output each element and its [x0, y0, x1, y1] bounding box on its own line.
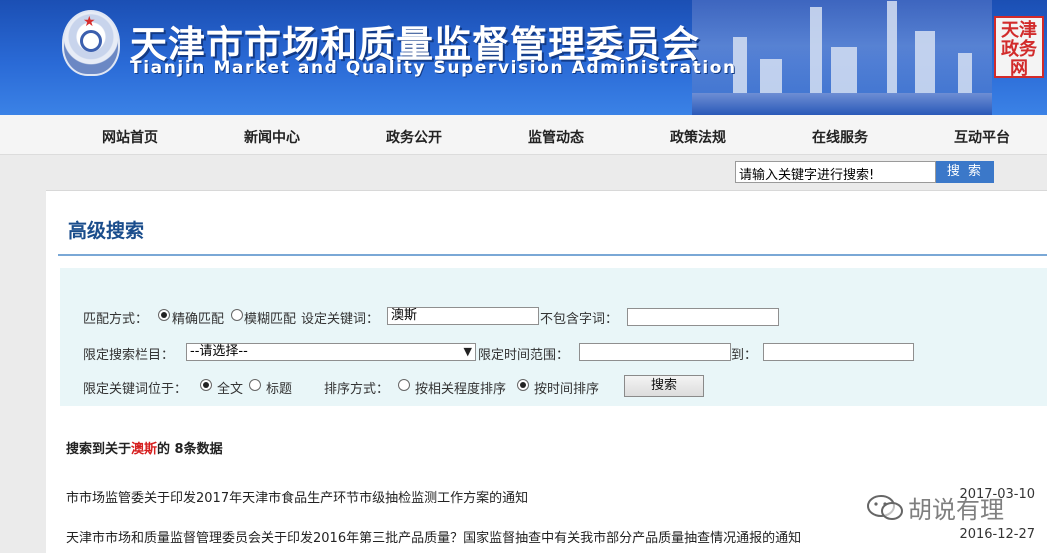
star-icon: ★ [83, 14, 96, 30]
fulltext-label: 全文 [217, 382, 244, 397]
sort-time-label: 按时间排序 [534, 382, 600, 397]
date-to-input[interactable] [763, 343, 914, 361]
nav-item-online-service[interactable]: 在线服务 [812, 127, 868, 147]
keyword-input[interactable]: 澳斯 [387, 307, 539, 325]
title-divider [58, 254, 1047, 256]
column-select[interactable]: --请选择-- ▼ [186, 343, 476, 361]
exclude-words-label: 不包含字词： [540, 312, 619, 327]
watermark-text: 胡说有理 [908, 496, 1004, 524]
sort-relevance-radio[interactable] [398, 379, 410, 391]
skyline-building [760, 59, 782, 97]
title-radio[interactable] [249, 379, 261, 391]
summary-keyword: 澳斯 [131, 442, 158, 457]
result-date: 2016-12-27 [959, 527, 1035, 542]
fuzzy-match-label: 模糊匹配 [244, 312, 297, 327]
column-select-value: --请选择-- [190, 344, 248, 359]
summary-prefix: 搜索到关于 [66, 442, 132, 457]
skyline-building [831, 47, 857, 97]
column-label: 限定搜索栏目： [83, 348, 175, 363]
sort-time-radio[interactable] [517, 379, 529, 391]
fulltext-radio[interactable] [200, 379, 212, 391]
skyline-building [887, 1, 897, 97]
river-image [692, 93, 992, 115]
sort-label: 排序方式： [324, 382, 390, 397]
title-option-label: 标题 [266, 382, 293, 397]
result-link[interactable]: 天津市市场和质量监督管理委员会关于印发2016年第三批产品质量？国家监督抽查中有… [66, 527, 801, 546]
date-from-input[interactable] [579, 343, 731, 361]
date-to-label: 到： [731, 348, 758, 363]
nav-item-news[interactable]: 新闻中心 [244, 127, 300, 147]
exact-match-label: 精确匹配 [172, 312, 225, 327]
skyline-building [810, 7, 822, 97]
advanced-search-button[interactable]: 搜索 [624, 375, 704, 397]
nav-item-supervision[interactable]: 监管动态 [528, 127, 584, 147]
fuzzy-match-radio[interactable] [231, 309, 243, 321]
summary-suffix: 的 8条数据 [157, 442, 223, 457]
site-search-input[interactable]: 请输入关键字进行搜索! [735, 161, 936, 183]
match-mode-label: 匹配方式： [83, 312, 149, 327]
emblem-inner-ring [80, 30, 102, 52]
exact-match-radio[interactable] [158, 309, 170, 321]
site-title-en: Tianjin Market and Quality Supervision A… [130, 58, 737, 78]
result-link[interactable]: 市市场监管委关于印发2017年天津市食品生产环节市级抽检监测工作方案的通知 [66, 487, 528, 506]
chevron-down-icon: ▼ [463, 345, 472, 358]
site-search-button[interactable]: 搜 索 [936, 161, 994, 183]
page-title: 高级搜索 [68, 220, 145, 242]
result-summary: 搜索到关于澳斯的 8条数据 [66, 438, 223, 457]
keyword-position-label: 限定关键词位于： [83, 382, 188, 397]
main-nav: 网站首页 新闻中心 政务公开 监管动态 政策法规 在线服务 互动平台 [0, 115, 1047, 155]
nav-item-home[interactable]: 网站首页 [102, 127, 158, 147]
keyword-label: 设定关键词： [301, 312, 380, 327]
exclude-words-input[interactable] [627, 308, 779, 326]
nav-item-gov-affairs[interactable]: 政务公开 [386, 127, 442, 147]
nav-item-policy[interactable]: 政策法规 [670, 127, 726, 147]
skyline-building [915, 31, 935, 97]
wechat-icon [867, 495, 903, 520]
nav-item-interaction[interactable]: 互动平台 [954, 127, 1010, 147]
tianjin-gov-seal-logo[interactable]: 天津 政务网 [994, 16, 1044, 78]
sort-relevance-label: 按相关程度排序 [415, 382, 507, 397]
skyline-building [958, 53, 972, 97]
time-range-label: 限定时间范围： [478, 348, 570, 363]
